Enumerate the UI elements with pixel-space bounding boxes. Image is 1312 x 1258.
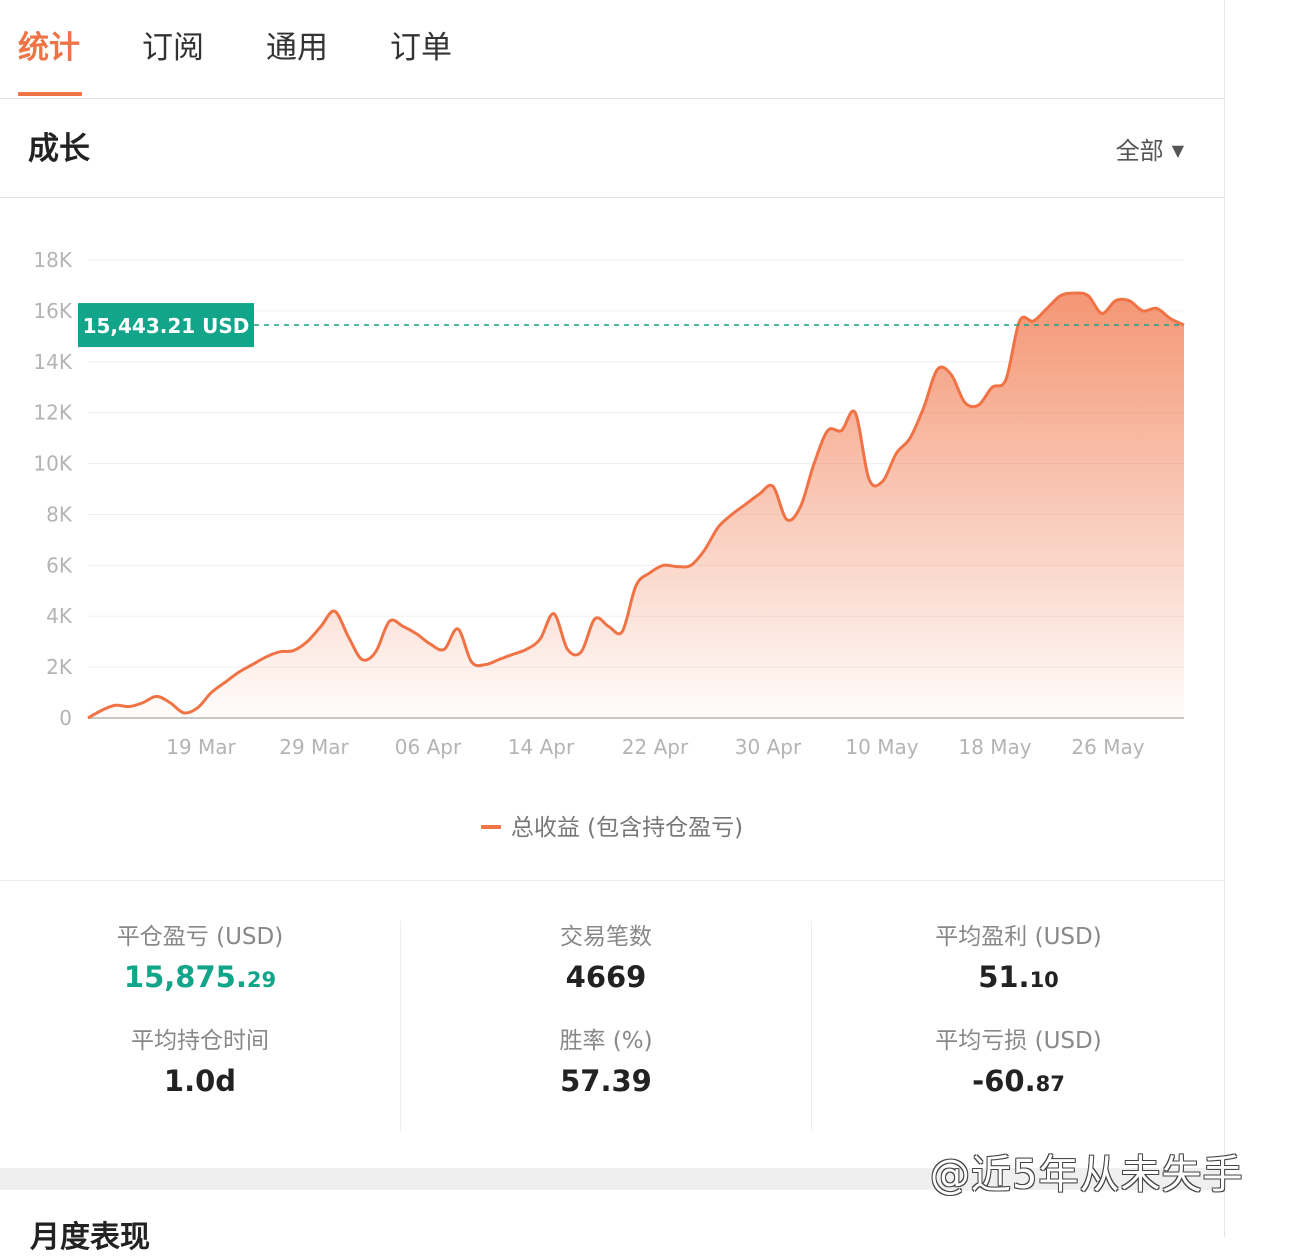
y-tick-label: 2K xyxy=(46,655,73,679)
tab-bar: 统计 订阅 通用 订单 xyxy=(0,0,1224,99)
current-value-label: 15,443.21 USD xyxy=(83,314,250,338)
stat-value-dec: 29 xyxy=(246,968,277,992)
stat-value: 15,875.29 xyxy=(0,957,400,1000)
tab-subscription[interactable]: 订阅 xyxy=(142,28,204,68)
monthly-performance-title: 月度表现 xyxy=(30,1220,150,1255)
y-tick-label: 4K xyxy=(46,604,73,628)
stat-label: 交易笔数 xyxy=(560,924,652,950)
x-tick-label: 30 Apr xyxy=(735,735,802,759)
stats-panel: 统计 订阅 通用 订单 成长 全部 ▼ 0 2K 4K 6K 8K 10K 12K 14K 16K… xyxy=(0,0,1225,1255)
section-title: 成长 xyxy=(28,131,90,167)
stat-value: 1.0d xyxy=(163,1064,237,1098)
stat-label: 平均盈利 (USD) xyxy=(935,924,1102,950)
stat-value-int: -60. xyxy=(972,1064,1036,1098)
x-tick-label: 29 Mar xyxy=(279,735,349,759)
y-tick-label: 6K xyxy=(46,553,73,577)
stat-value: -60.87 xyxy=(812,1061,1225,1104)
active-tab-indicator xyxy=(18,92,82,96)
growth-chart: 0 2K 4K 6K 8K 10K 12K 14K 16K 18K 19 Mar 29 Mar 06 A… xyxy=(0,198,1224,878)
stats-summary: 平仓盈亏 (USD) 15,875.29 平均持仓时间 1.0d 交易笔数 46… xyxy=(0,880,1224,1166)
caret-down-icon: ▼ xyxy=(1171,141,1184,160)
stat-value-dec: 10 xyxy=(1029,968,1059,992)
y-tick-label: 18K xyxy=(33,248,72,272)
stat-value-int: 15,875. xyxy=(123,960,247,994)
tab-statistics[interactable]: 统计 xyxy=(18,28,80,68)
stats-column-1: 平仓盈亏 (USD) 15,875.29 平均持仓时间 1.0d xyxy=(0,921,400,1131)
legend-label: 总收益 (包含持仓盈亏) xyxy=(510,815,744,841)
stat-label: 平均亏损 (USD) xyxy=(935,1028,1102,1054)
x-tick-label: 14 Apr xyxy=(508,735,575,759)
range-dropdown-label: 全部 xyxy=(1115,137,1164,165)
x-tick-label: 26 May xyxy=(1071,735,1144,759)
range-dropdown[interactable]: 全部 ▼ xyxy=(1116,135,1184,167)
stat-label: 平仓盈亏 (USD) xyxy=(116,924,284,950)
y-tick-label: 16K xyxy=(33,299,72,323)
x-tick-label: 10 May xyxy=(845,735,918,759)
y-tick-label: 8K xyxy=(46,502,73,526)
stat-avg-loss: 平均亏损 (USD) -60.87 xyxy=(812,1025,1225,1104)
stat-closed-pnl: 平仓盈亏 (USD) 15,875.29 xyxy=(0,921,400,1000)
tab-general[interactable]: 通用 xyxy=(266,28,328,68)
stat-trade-count: 交易笔数 4669 xyxy=(401,921,811,997)
x-tick-label: 18 May xyxy=(958,735,1031,759)
tab-orders[interactable]: 订单 xyxy=(390,28,452,68)
legend-swatch xyxy=(480,825,501,829)
stat-label: 胜率 (%) xyxy=(559,1028,653,1054)
stat-win-rate: 胜率 (%) 57.39 xyxy=(401,1025,811,1101)
stats-column-3: 平均盈利 (USD) 51.10 平均亏损 (USD) -60.87 xyxy=(811,921,1225,1131)
y-tick-label: 12K xyxy=(33,401,72,425)
growth-chart-svg: 0 2K 4K 6K 8K 10K 12K 14K 16K 18K 19 Mar 29 Mar 06 A… xyxy=(33,248,1185,759)
stat-avg-profit: 平均盈利 (USD) 51.10 xyxy=(812,921,1225,1000)
stat-value-int: 51. xyxy=(978,960,1030,994)
chart-legend[interactable]: 总收益 (包含持仓盈亏) xyxy=(0,808,1224,842)
stat-avg-hold-time: 平均持仓时间 1.0d xyxy=(0,1025,400,1101)
stat-value: 57.39 xyxy=(560,1064,652,1098)
stat-value-dec: 87 xyxy=(1035,1072,1065,1096)
stat-value: 51.10 xyxy=(812,957,1225,1000)
y-tick-label: 10K xyxy=(33,452,72,476)
watermark: @近5年从未失手 xyxy=(930,1152,1244,1198)
y-tick-label: 14K xyxy=(33,350,72,374)
y-tick-label: 0 xyxy=(59,706,72,730)
x-tick-label: 06 Apr xyxy=(395,735,462,759)
series-area xyxy=(88,292,1184,718)
right-margin xyxy=(1225,0,1312,1237)
x-tick-label: 19 Mar xyxy=(166,735,236,759)
stat-label: 平均持仓时间 xyxy=(131,1028,269,1054)
stat-value: 4669 xyxy=(565,960,647,994)
growth-header: 成长 全部 ▼ xyxy=(0,99,1224,198)
stats-column-2: 交易笔数 4669 胜率 (%) 57.39 xyxy=(400,921,811,1131)
x-tick-label: 22 Apr xyxy=(622,735,689,759)
